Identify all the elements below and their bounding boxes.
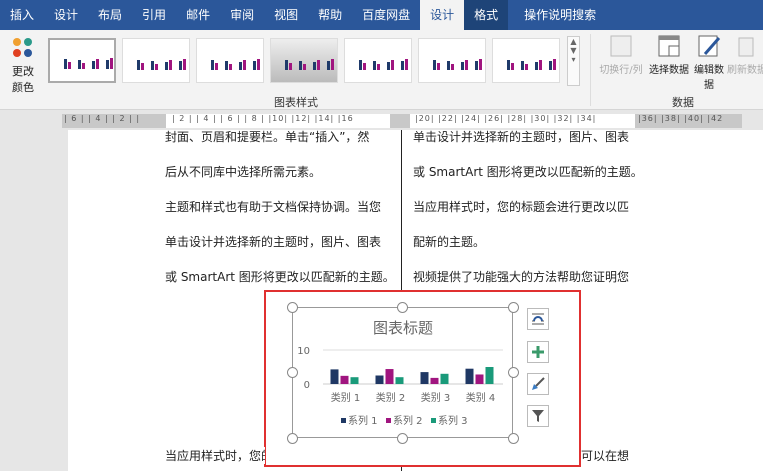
chart-style-thumbnail[interactable] bbox=[270, 38, 338, 83]
change-colors-button[interactable]: 更改颜色 bbox=[6, 34, 40, 95]
tab-3[interactable]: 引用 bbox=[132, 0, 176, 30]
filter-icon bbox=[532, 410, 544, 422]
refresh-data-button[interactable]: 刷新数据 bbox=[727, 34, 763, 76]
chart-title: 图表标题 bbox=[373, 319, 433, 337]
edit-data-button[interactable]: 编辑数据 bbox=[693, 34, 725, 91]
chart-styles-button[interactable] bbox=[527, 373, 549, 395]
switch-row-column-button[interactable]: 切换行/列 bbox=[596, 34, 646, 76]
chart-elements-button[interactable] bbox=[527, 341, 549, 363]
bar-系列 1 bbox=[420, 372, 429, 384]
text-line: 后从不同库中选择所需元素。 bbox=[165, 165, 322, 179]
chart-filters-button[interactable] bbox=[527, 405, 549, 427]
tab-1[interactable]: 设计 bbox=[44, 0, 88, 30]
bar-系列 3 bbox=[395, 377, 404, 384]
chart-style-thumbnail[interactable] bbox=[344, 38, 412, 83]
legend-label: 系列 1 bbox=[348, 414, 378, 427]
text-line: 单击设计并选择新的主题时，图片、图表 bbox=[413, 130, 630, 144]
table-icon bbox=[658, 35, 680, 57]
ribbon-tabs: 插入 设计 布局 引用 邮件 审阅 视图 帮助 百度网盘 设计 格式 操作说明搜索 bbox=[0, 0, 763, 30]
bar-系列 2 bbox=[430, 377, 439, 384]
bar-系列 2 bbox=[475, 374, 484, 384]
edit-table-icon bbox=[698, 35, 721, 57]
y-tick-label: 0 bbox=[304, 380, 310, 391]
text-line: 或 SmartArt 图形将更改以匹配新的主题。 bbox=[413, 165, 643, 179]
tab-4[interactable]: 邮件 bbox=[176, 0, 220, 30]
bar-系列 3 bbox=[440, 373, 449, 384]
resize-handle[interactable] bbox=[508, 367, 519, 378]
resize-handle[interactable] bbox=[397, 302, 408, 313]
legend-swatch bbox=[431, 418, 436, 423]
tab-2[interactable]: 布局 bbox=[88, 0, 132, 30]
chart[interactable]: 图表标题 0 10 类别 1 类别 2 类别 3 类别 4 系列 1 系列 2 系列 3 bbox=[292, 307, 513, 438]
legend-label: 系列 3 bbox=[438, 414, 468, 427]
layout-options-icon bbox=[532, 313, 544, 325]
text-line: 当应用样式时，您的标题会进行更改以匹 bbox=[165, 447, 265, 464]
gallery-scroll[interactable]: ▲ ▼ ▾ bbox=[567, 36, 580, 86]
tab-5[interactable]: 审阅 bbox=[220, 0, 264, 30]
text-line: 单击设计并选择新的主题时，图片、图表 bbox=[165, 235, 382, 249]
legend-swatch bbox=[341, 418, 346, 423]
ribbon: 更改颜色 ▲ ▼ ▾ 图表样式 切换行/列 选择数据 编辑数据 刷新数据 数据 bbox=[0, 30, 763, 110]
y-tick-label: 10 bbox=[297, 346, 310, 357]
x-tick-label: 类别 4 bbox=[466, 391, 496, 404]
plus-icon bbox=[532, 346, 544, 358]
data-group-label: 数据 bbox=[672, 96, 694, 109]
tab-6[interactable]: 视图 bbox=[264, 0, 308, 30]
brush-icon bbox=[532, 377, 545, 390]
text-line: 视频提供了功能强大的方法帮助您证明您 bbox=[413, 270, 630, 284]
resize-handle[interactable] bbox=[508, 302, 519, 313]
resize-handle[interactable] bbox=[397, 433, 408, 444]
resize-handle[interactable] bbox=[287, 433, 298, 444]
chart-layout-button[interactable] bbox=[527, 308, 549, 330]
tab-9[interactable]: 设计 bbox=[420, 0, 465, 30]
tab-0[interactable]: 插入 bbox=[0, 0, 44, 30]
palette-icon bbox=[13, 38, 32, 57]
tab-10[interactable]: 格式 bbox=[464, 0, 509, 30]
chart-style-thumbnail[interactable] bbox=[492, 38, 560, 83]
switch-icon bbox=[610, 35, 632, 57]
x-tick-label: 类别 1 bbox=[331, 391, 361, 404]
text-line: 主题和样式也有助于文档保持协调。当您 bbox=[165, 200, 382, 214]
tab-7[interactable]: 帮助 bbox=[308, 0, 352, 30]
chart-style-thumbnail[interactable] bbox=[418, 38, 486, 83]
chart-style-thumbnail[interactable] bbox=[48, 38, 116, 83]
chart-style-thumbnail[interactable] bbox=[122, 38, 190, 83]
resize-handle[interactable] bbox=[508, 433, 519, 444]
horizontal-ruler[interactable]: | 6 | | 4 | | 2 | | | 2 | | 4 | | 6 | | … bbox=[0, 110, 763, 130]
text-line: 或 SmartArt 图形将更改以匹配新的主题。 bbox=[165, 270, 395, 284]
text-line: 封面、页眉和提要栏。单击“插入”，然 bbox=[165, 130, 370, 144]
bar-系列 1 bbox=[465, 368, 474, 384]
select-data-button[interactable]: 选择数据 bbox=[647, 34, 691, 76]
legend-label: 系列 2 bbox=[393, 414, 423, 427]
bar-系列 2 bbox=[385, 369, 394, 384]
bar-系列 3 bbox=[485, 367, 494, 384]
bar-系列 2 bbox=[340, 375, 349, 384]
chart-styles-label: 图表样式 bbox=[274, 96, 318, 109]
bar-系列 1 bbox=[330, 369, 339, 384]
bar-系列 1 bbox=[375, 375, 384, 384]
resize-handle[interactable] bbox=[287, 302, 298, 313]
text-line: 配新的主题。 bbox=[413, 235, 486, 249]
tell-me-search[interactable]: 操作说明搜索 bbox=[514, 0, 606, 30]
resize-handle[interactable] bbox=[287, 367, 298, 378]
chart-style-thumbnail[interactable] bbox=[196, 38, 264, 83]
x-tick-label: 类别 3 bbox=[421, 391, 451, 404]
text-line: 当应用样式时，您的标题会进行更改以匹 bbox=[413, 200, 630, 214]
refresh-icon bbox=[738, 37, 754, 57]
x-tick-label: 类别 2 bbox=[376, 391, 406, 404]
bar-系列 3 bbox=[350, 377, 359, 384]
tab-8[interactable]: 百度网盘 bbox=[352, 0, 420, 30]
legend-swatch bbox=[386, 418, 391, 423]
